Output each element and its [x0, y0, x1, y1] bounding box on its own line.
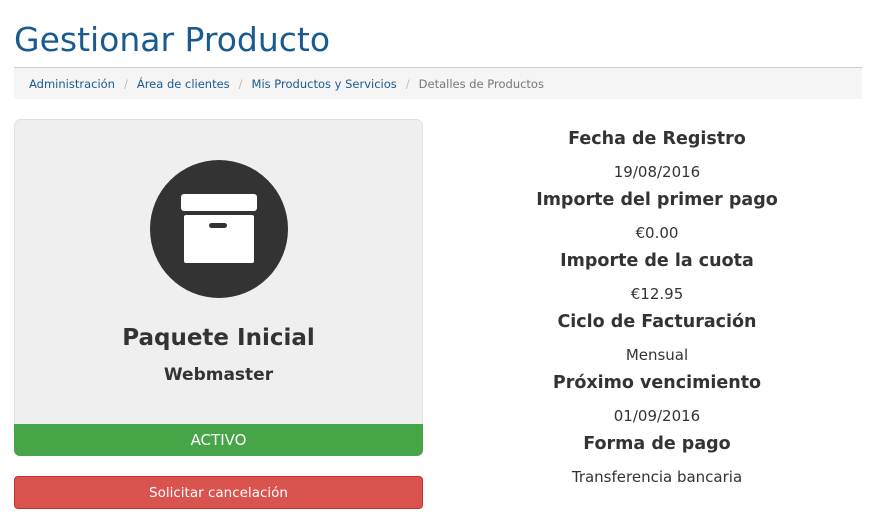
detail-value-next-due-date: 01/09/2016 [613, 407, 701, 425]
archive-box-icon [150, 160, 288, 298]
breadcrumb-separator: / [123, 76, 128, 91]
detail-label-recurring-amount: Importe de la cuota [560, 251, 754, 271]
breadcrumb: Administración / Área de clientes / Mis … [14, 68, 862, 99]
breadcrumb-link-area-clientes[interactable]: Área de clientes [137, 77, 230, 91]
breadcrumb-link-administracion[interactable]: Administración [29, 77, 115, 91]
breadcrumb-link-mis-productos[interactable]: Mis Productos y Servicios [252, 77, 397, 91]
detail-value-registration-date: 19/08/2016 [613, 163, 701, 181]
detail-value-billing-cycle: Mensual [625, 346, 689, 364]
page-title: Gestionar Producto [14, 20, 331, 59]
breadcrumb-separator: / [238, 76, 243, 91]
detail-label-next-due-date: Próximo vencimiento [552, 373, 762, 393]
detail-label-registration-date: Fecha de Registro [568, 129, 746, 149]
page: Gestionar Producto Administración / Área… [0, 0, 871, 520]
detail-label-payment-method: Forma de pago [583, 434, 731, 454]
product-card: Paquete Inicial Webmaster [14, 119, 423, 430]
detail-label-billing-cycle: Ciclo de Facturación [557, 312, 757, 332]
detail-value-payment-method: Transferencia bancaria [571, 468, 743, 486]
product-name: Paquete Inicial [122, 325, 315, 351]
breadcrumb-separator: / [405, 76, 410, 91]
detail-label-first-payment: Importe del primer pago [536, 190, 778, 210]
status-badge: ACTIVO [14, 424, 423, 456]
product-details: Fecha de Registro 19/08/2016 Importe del… [452, 126, 862, 492]
breadcrumb-current: Detalles de Productos [418, 76, 544, 91]
product-group: Webmaster [163, 365, 274, 385]
detail-value-recurring-amount: €12.95 [630, 285, 684, 303]
detail-value-first-payment: €0.00 [635, 224, 679, 242]
request-cancellation-button[interactable]: Solicitar cancelación [14, 476, 423, 509]
